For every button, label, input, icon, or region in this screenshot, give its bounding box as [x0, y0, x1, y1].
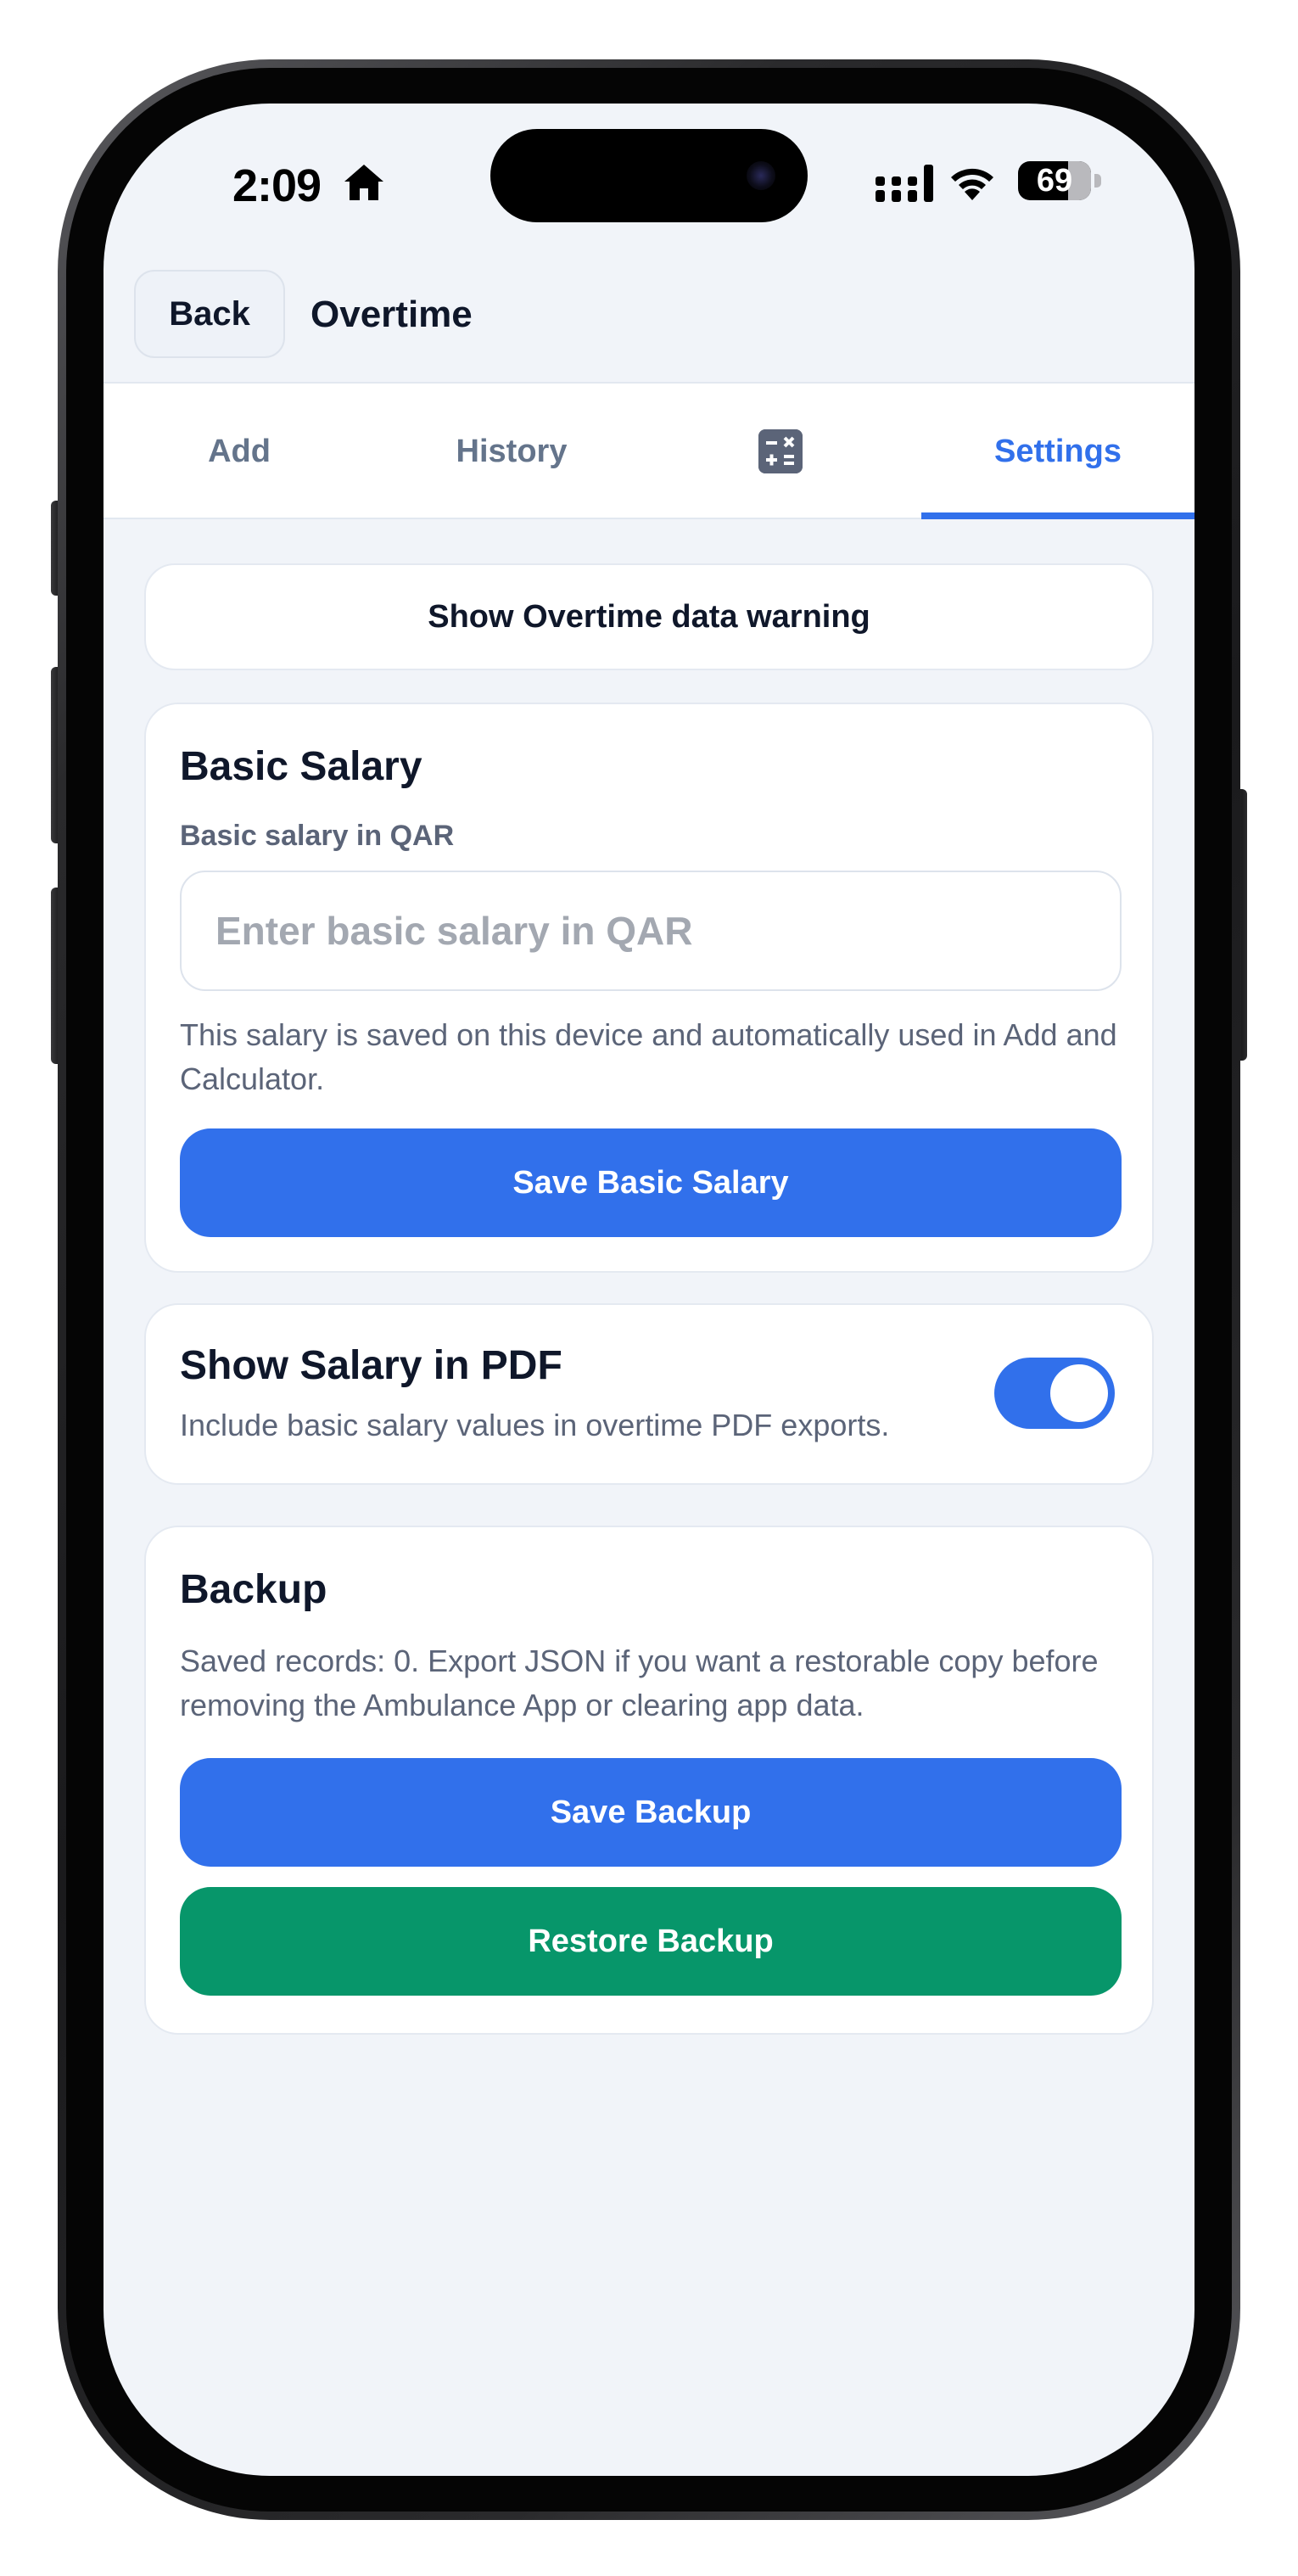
overtime-warning-label: Show Overtime data warning [428, 599, 870, 635]
tab-history[interactable]: History [375, 384, 648, 519]
wifi-icon [951, 168, 993, 200]
page-title: Overtime [311, 294, 473, 335]
status-time: 2:09 [232, 160, 322, 211]
basic-salary-card: Basic Salary Basic salary in QAR This sa… [144, 703, 1154, 1273]
app-header: Back Overtime [104, 270, 1194, 380]
battery-body: 69 [1018, 161, 1091, 200]
tab-add[interactable]: Add [104, 384, 375, 519]
phone-screen: 2:09 69 Back Overtime Add History Settin… [104, 104, 1194, 2476]
calculator-icon [758, 429, 803, 473]
basic-salary-title: Basic Salary [180, 744, 422, 789]
restore-backup-button[interactable]: Restore Backup [180, 1887, 1122, 1996]
backup-card: Backup Saved records: 0. Export JSON if … [144, 1526, 1154, 2035]
basic-salary-help-text: This salary is saved on this device and … [180, 1017, 1117, 1096]
save-backup-button[interactable]: Save Backup [180, 1758, 1122, 1867]
dynamic-island [490, 129, 808, 222]
battery-icon: 69 [1018, 161, 1101, 200]
show-salary-pdf-card: Show Salary in PDF Include basic salary … [144, 1303, 1154, 1485]
tab-settings[interactable]: Settings [921, 384, 1194, 519]
basic-salary-input[interactable] [180, 871, 1122, 991]
tab-calculator[interactable] [648, 384, 921, 519]
save-basic-salary-button[interactable]: Save Basic Salary [180, 1128, 1122, 1237]
back-button[interactable]: Back [134, 270, 285, 358]
show-salary-pdf-toggle[interactable] [994, 1358, 1115, 1429]
front-camera [747, 161, 775, 190]
backup-title: Backup [180, 1567, 327, 1612]
backup-description: Saved records: 0. Export JSON if you wan… [180, 1644, 1099, 1722]
home-icon [344, 165, 383, 200]
tab-bar: Add History Settings [104, 382, 1194, 519]
show-salary-pdf-title: Show Salary in PDF [180, 1343, 562, 1388]
active-tab-indicator [921, 512, 1194, 519]
toggle-knob [1050, 1364, 1108, 1422]
signal-icon [876, 165, 933, 202]
overtime-warning-button[interactable]: Show Overtime data warning [144, 563, 1154, 670]
basic-salary-field-label: Basic salary in QAR [180, 820, 455, 852]
show-salary-pdf-description: Include basic salary values in overtime … [180, 1408, 890, 1442]
battery-percent: 69 [1036, 163, 1073, 199]
battery-cap [1094, 174, 1101, 188]
